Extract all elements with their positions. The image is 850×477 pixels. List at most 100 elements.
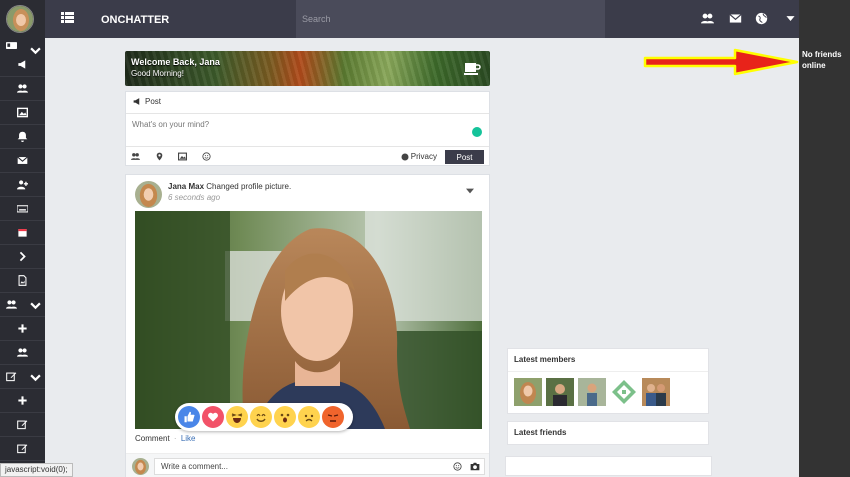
sidebar-item-add-group[interactable] xyxy=(0,317,45,341)
member-avatar[interactable] xyxy=(514,378,542,406)
sidebar-item-expand[interactable] xyxy=(0,245,45,269)
composer-toolbar: Privacy Post xyxy=(126,146,489,166)
post-actions: Comment · Like xyxy=(135,434,196,443)
chevron-down-icon xyxy=(30,374,41,382)
add-location-button[interactable] xyxy=(155,152,165,162)
sidebar-item-edit-2[interactable] xyxy=(0,437,45,461)
latest-friends-body xyxy=(505,456,712,476)
member-avatar[interactable] xyxy=(642,378,670,406)
image-icon xyxy=(17,107,28,118)
tag-friends-button[interactable] xyxy=(131,152,141,162)
member-avatar[interactable] xyxy=(546,378,574,406)
welcome-title: Welcome Back, Jana xyxy=(131,57,220,67)
annotation-arrow-icon xyxy=(643,48,799,76)
angry-reaction-icon[interactable] xyxy=(322,406,344,428)
wow-reaction-icon[interactable] xyxy=(274,406,296,428)
author-avatar[interactable] xyxy=(135,181,162,208)
account-dropdown-button[interactable] xyxy=(784,12,797,25)
member-avatar[interactable] xyxy=(610,378,638,406)
sidebar-item-notifications[interactable] xyxy=(0,125,45,149)
sidebar-item-edit-1[interactable] xyxy=(0,413,45,437)
calendar-icon xyxy=(18,229,27,237)
comment-input[interactable] xyxy=(154,458,485,475)
menu-toggle-button[interactable] xyxy=(61,12,74,26)
users-icon xyxy=(17,348,28,357)
search-input[interactable] xyxy=(296,0,605,38)
sidebar-item-files[interactable] xyxy=(0,269,45,293)
post-photo[interactable] xyxy=(135,211,482,429)
users-icon xyxy=(17,84,28,93)
like-reaction-icon[interactable] xyxy=(178,406,200,428)
welcome-greeting: Good Morning! xyxy=(131,69,184,78)
yay-reaction-icon[interactable] xyxy=(250,406,272,428)
author-name-link[interactable]: Jana Max xyxy=(168,182,204,191)
chat-sidebar: No friends online xyxy=(799,0,850,477)
edit-icon xyxy=(6,372,17,382)
messages-button[interactable] xyxy=(729,12,742,25)
sidebar-item-newsfeed[interactable] xyxy=(0,53,45,77)
caret-down-icon xyxy=(466,188,474,194)
file-image-icon xyxy=(18,275,27,286)
post-composer: Post Privacy Post xyxy=(125,91,490,166)
privacy-selector[interactable]: Privacy xyxy=(401,152,437,161)
smile-icon xyxy=(202,152,211,161)
sidebar-item-photos[interactable] xyxy=(0,101,45,125)
love-reaction-icon[interactable] xyxy=(202,406,224,428)
tab-post[interactable]: Post xyxy=(132,97,161,106)
post-author-line: Jana Max Changed profile picture. xyxy=(168,182,291,191)
comment-link[interactable]: Comment xyxy=(135,434,170,443)
sidebar-item-messages[interactable] xyxy=(0,149,45,173)
megaphone-icon xyxy=(133,98,140,105)
status-textarea[interactable] xyxy=(126,114,489,145)
friend-requests-button[interactable] xyxy=(701,12,714,25)
sidebar-item-profile[interactable] xyxy=(0,38,45,55)
sidebar-item-pages[interactable] xyxy=(0,365,45,389)
edit-icon xyxy=(17,420,28,430)
sad-reaction-icon[interactable] xyxy=(298,406,320,428)
post-card: Jana Max Changed profile picture. 6 seco… xyxy=(125,174,490,477)
plus-icon xyxy=(18,396,27,405)
sidebar-item-groups[interactable] xyxy=(0,293,45,317)
sidebar-item-calendar[interactable] xyxy=(0,221,45,245)
latest-members-widget: Latest members xyxy=(507,348,709,414)
post-options-button[interactable] xyxy=(466,185,474,197)
brand-logo[interactable]: ONCHATTER xyxy=(101,14,169,26)
camera-icon xyxy=(470,462,480,471)
sidebar-item-add-friend[interactable] xyxy=(0,173,45,197)
top-bar: ONCHATTER xyxy=(45,0,799,38)
edit-icon xyxy=(17,444,28,454)
sidebar-item-my-groups[interactable] xyxy=(0,341,45,365)
comment-composer xyxy=(126,453,489,477)
post-timestamp[interactable]: 6 seconds ago xyxy=(168,193,220,202)
caret-down-icon xyxy=(786,16,795,21)
sidebar-item-friends[interactable] xyxy=(0,77,45,101)
envelope-icon xyxy=(729,13,742,23)
sidebar-item-keyboard[interactable] xyxy=(0,197,45,221)
widget-title: Latest friends xyxy=(514,428,567,437)
browser-status-bar: javascript:void(0); xyxy=(0,463,73,477)
coffee-cup-icon xyxy=(464,62,481,78)
left-sidebar xyxy=(0,0,45,477)
post-button[interactable]: Post xyxy=(445,150,484,164)
id-card-icon xyxy=(6,41,17,49)
add-emoji-button[interactable] xyxy=(202,152,212,162)
privacy-label: Privacy xyxy=(410,152,437,161)
user-avatar[interactable] xyxy=(6,5,34,33)
chevron-right-icon xyxy=(19,251,26,262)
attach-photo-button[interactable] xyxy=(470,462,480,471)
sidebar-item-add-page[interactable] xyxy=(0,389,45,413)
member-avatar[interactable] xyxy=(578,378,606,406)
grammarly-icon[interactable] xyxy=(472,127,482,137)
emoji-picker-button[interactable] xyxy=(453,462,462,471)
add-photo-button[interactable] xyxy=(178,152,188,162)
latest-friends-widget: Latest friends xyxy=(507,421,709,445)
notifications-button[interactable] xyxy=(755,12,768,25)
like-link[interactable]: Like xyxy=(181,434,196,443)
envelope-icon xyxy=(17,156,28,164)
globe-icon xyxy=(755,12,768,25)
reactions-picker xyxy=(175,403,353,431)
haha-reaction-icon[interactable] xyxy=(226,406,248,428)
welcome-banner: Welcome Back, Jana Good Morning! xyxy=(125,51,490,86)
megaphone-icon xyxy=(18,60,26,69)
widget-title: Latest members xyxy=(514,355,576,364)
